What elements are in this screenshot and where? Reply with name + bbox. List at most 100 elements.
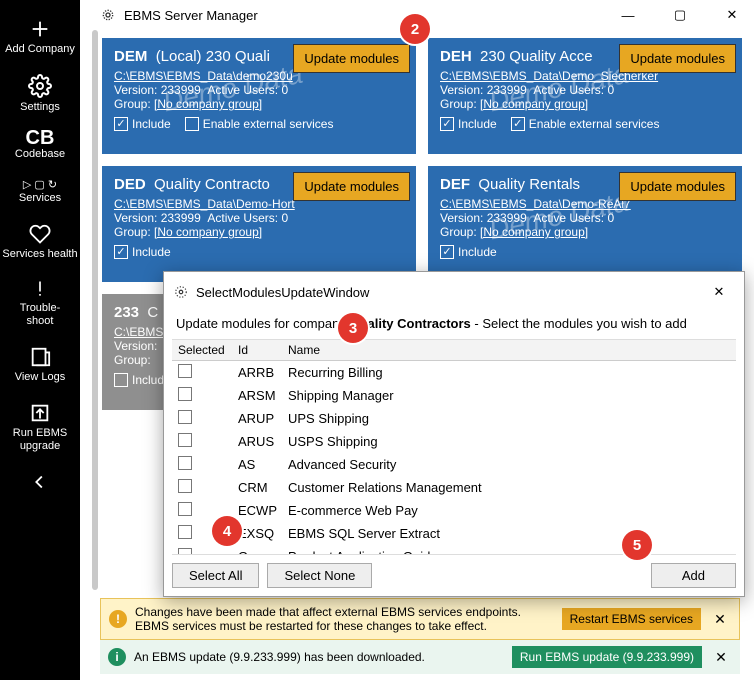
row-name: EBMS SQL Server Extract xyxy=(282,523,736,544)
toast-close-button[interactable]: ✕ xyxy=(709,608,731,630)
step-badge-2: 2 xyxy=(400,14,430,44)
warning-icon: ! xyxy=(109,610,127,628)
modal-subtitle: Update modules for company Quality Contr… xyxy=(164,312,744,339)
module-row[interactable]: ARUPUPS Shipping xyxy=(172,407,736,430)
row-name: Recurring Billing xyxy=(282,362,736,383)
run-update-button[interactable]: Run EBMS update (9.9.233.999) xyxy=(512,646,702,668)
row-name: Product Application Guide xyxy=(282,546,736,555)
module-row[interactable]: ARSMShipping Manager xyxy=(172,384,736,407)
sidebar-item-services-health[interactable]: Services health xyxy=(0,215,80,269)
row-checkbox[interactable] xyxy=(178,479,192,493)
company-card-deh[interactable]: Demo Data DEH 230 Quality Acce C:\EBMS\E… xyxy=(428,38,742,154)
logs-icon xyxy=(29,346,51,368)
sidebar-item-run-upgrade[interactable]: Run EBMS upgrade xyxy=(0,394,80,461)
modal-title: SelectModulesUpdateWindow xyxy=(196,285,369,300)
row-id: G xyxy=(232,546,282,555)
plus-icon xyxy=(29,18,51,40)
restart-services-button[interactable]: Restart EBMS services xyxy=(562,608,701,630)
row-checkbox[interactable] xyxy=(178,364,192,378)
row-checkbox[interactable] xyxy=(178,410,192,424)
update-downloaded-toast: i An EBMS update (9.9.233.999) has been … xyxy=(100,640,740,674)
close-button[interactable]: ✕ xyxy=(710,1,754,29)
group-link[interactable]: [No company group] xyxy=(480,97,588,111)
sidebar-item-services[interactable]: ▷ ▢ ↻ Services xyxy=(0,171,80,213)
include-checkbox[interactable]: ✓Include xyxy=(440,245,497,259)
row-id: AS xyxy=(232,454,282,475)
modal-close-button[interactable]: ✕ xyxy=(704,278,734,306)
sidebar-item-codebase[interactable]: CB Codebase xyxy=(0,124,80,169)
restart-services-toast: ! Changes have been made that affect ext… xyxy=(100,598,740,640)
module-row[interactable]: ARUSUSPS Shipping xyxy=(172,430,736,453)
include-checkbox[interactable]: ✓Include xyxy=(440,117,497,131)
row-name: E-commerce Web Pay xyxy=(282,500,736,521)
row-name: USPS Shipping xyxy=(282,431,736,452)
module-row[interactable]: ECWPE-commerce Web Pay xyxy=(172,499,736,522)
sidebar-label: Run EBMS upgrade xyxy=(0,427,80,453)
info-icon: i xyxy=(108,648,126,666)
gear-icon xyxy=(174,285,188,299)
sidebar-item-troubleshoot[interactable]: Trouble- shoot xyxy=(0,271,80,336)
module-row[interactable]: CRMCustomer Relations Management xyxy=(172,476,736,499)
select-all-button[interactable]: Select All xyxy=(172,563,259,588)
alert-icon xyxy=(30,279,50,299)
row-checkbox[interactable] xyxy=(178,548,192,555)
update-modules-button[interactable]: Update modules xyxy=(293,172,410,201)
maximize-button[interactable]: ▢ xyxy=(658,1,702,29)
module-row[interactable]: ASAdvanced Security xyxy=(172,453,736,476)
update-modules-button[interactable]: Update modules xyxy=(619,44,736,73)
include-checkbox[interactable]: ✓Include xyxy=(114,245,171,259)
sidebar-label: Trouble- shoot xyxy=(20,302,61,328)
sidebar-item-view-logs[interactable]: View Logs xyxy=(0,338,80,392)
row-name: UPS Shipping xyxy=(282,408,736,429)
row-name: Advanced Security xyxy=(282,454,736,475)
row-checkbox[interactable] xyxy=(178,433,192,447)
row-checkbox[interactable] xyxy=(178,387,192,401)
module-row[interactable]: ARRBRecurring Billing xyxy=(172,361,736,384)
select-modules-modal: SelectModulesUpdateWindow ✕ Update modul… xyxy=(163,271,745,597)
group-link[interactable]: [No company group] xyxy=(480,225,588,239)
add-button[interactable]: Add xyxy=(651,563,736,588)
modules-grid[interactable]: Selected Id Name ARRBRecurring BillingAR… xyxy=(172,339,736,555)
company-card-def[interactable]: Demo Data DEF Quality Rentals C:\EBMS\EB… xyxy=(428,166,742,282)
sidebar-label: Services health xyxy=(2,248,77,261)
row-id: ARRB xyxy=(232,362,282,383)
row-checkbox[interactable] xyxy=(178,456,192,470)
group-link[interactable]: [No company group] xyxy=(154,97,262,111)
services-icon: ▷ ▢ ↻ xyxy=(23,179,57,192)
row-checkbox[interactable] xyxy=(178,525,192,539)
sidebar-label: Add Company xyxy=(5,43,75,56)
toast-text: Changes have been made that affect exter… xyxy=(135,605,554,633)
row-name: Customer Relations Management xyxy=(282,477,736,498)
row-name: Shipping Manager xyxy=(282,385,736,406)
row-id: ARUP xyxy=(232,408,282,429)
row-id: ECWP xyxy=(232,500,282,521)
step-badge-3: 3 xyxy=(338,313,368,343)
sidebar-item-settings[interactable]: Settings xyxy=(0,66,80,122)
sidebar-label: Services xyxy=(19,192,61,205)
ext-services-checkbox[interactable]: ✓Enable external services xyxy=(511,117,660,131)
sidebar-label: Settings xyxy=(20,101,60,114)
update-modules-button[interactable]: Update modules xyxy=(293,44,410,73)
sidebar-label: Codebase xyxy=(15,148,65,161)
scrollbar[interactable] xyxy=(92,30,98,590)
toast-text: An EBMS update (9.9.233.999) has been do… xyxy=(134,650,504,664)
ext-services-checkbox[interactable]: Enable external services xyxy=(185,117,334,131)
sidebar-item-back[interactable] xyxy=(0,463,80,504)
minimize-button[interactable]: — xyxy=(606,1,650,29)
company-card-dem[interactable]: Demo Data DEM (Local) 230 Quali C:\EBMS\… xyxy=(102,38,416,154)
row-checkbox[interactable] xyxy=(178,502,192,516)
group-link[interactable]: [No company group] xyxy=(154,225,262,239)
row-id: CRM xyxy=(232,477,282,498)
heart-icon xyxy=(29,223,51,245)
back-icon xyxy=(29,471,51,493)
sidebar: Add Company Settings CB Codebase ▷ ▢ ↻ S… xyxy=(0,0,80,680)
gear-icon xyxy=(100,7,116,23)
update-modules-button[interactable]: Update modules xyxy=(619,172,736,201)
include-checkbox[interactable]: ✓Include xyxy=(114,117,171,131)
row-id: ARSM xyxy=(232,385,282,406)
company-card-ded[interactable]: DED Quality Contracto C:\EBMS\EBMS_Data\… xyxy=(102,166,416,282)
toast-close-button[interactable]: ✕ xyxy=(710,646,732,668)
sidebar-item-add-company[interactable]: Add Company xyxy=(0,10,80,64)
select-none-button[interactable]: Select None xyxy=(267,563,372,588)
gear-icon xyxy=(28,74,52,98)
